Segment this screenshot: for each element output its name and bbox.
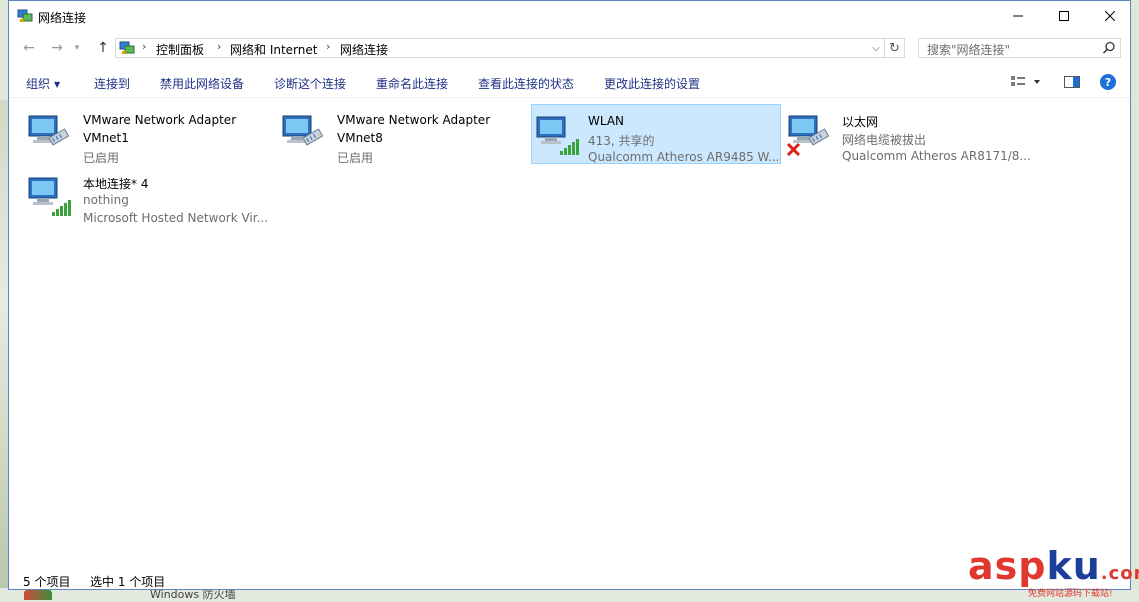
preview-pane-icon[interactable] [1064, 75, 1080, 89]
wireless-adapter-icon [28, 177, 71, 216]
address-dropdown-button[interactable]: ⌵ [868, 40, 884, 56]
connection-name: 以太网 [842, 115, 879, 129]
organize-label: 组织 [26, 77, 51, 91]
connect-to-button[interactable]: 连接到 [94, 75, 130, 92]
connection-name: VMware Network Adapter [337, 113, 491, 127]
ethernet-adapter-icon [28, 115, 70, 146]
minimize-icon [1013, 15, 1023, 17]
connection-status: nothing [83, 193, 129, 207]
connection-device: Qualcomm Atheros AR9485 W... [588, 150, 778, 164]
search-box[interactable]: 搜索"网络连接" [918, 38, 1121, 58]
window-title: 网络连接 [38, 11, 87, 25]
forward-button[interactable]: → [47, 39, 67, 57]
arrow-right-icon: → [51, 40, 63, 56]
refresh-icon: ↻ [889, 40, 900, 56]
change-view-icon[interactable] [1010, 75, 1040, 89]
connection-item-wlan[interactable]: WLAN 413, 共享的 Qualcomm Atheros AR9485 W.… [531, 104, 781, 164]
watermark-logo: aspku.com 免费网站源码下载站! [968, 544, 1139, 599]
connection-name-line2: VMnet1 [83, 131, 129, 145]
connection-item-vmnet8[interactable]: VMware Network Adapter VMnet8 已启用 [267, 104, 517, 165]
close-icon [1105, 11, 1115, 21]
minimize-button[interactable] [995, 1, 1041, 31]
change-settings-button[interactable]: 更改此连接的设置 [604, 75, 700, 92]
item-count: 5 个项目 [23, 575, 71, 589]
up-button[interactable]: ↑ [93, 39, 113, 57]
breadcrumb-network-internet[interactable]: 网络和 Internet [230, 41, 317, 58]
breadcrumb-separator[interactable]: › [142, 40, 146, 53]
network-connections-icon [17, 9, 33, 22]
chevron-down-icon: ▾ [74, 43, 80, 53]
connections-list: VMware Network Adapter VMnet1 已启用 VMware… [9, 98, 1130, 563]
connection-item-local-4[interactable]: 本地连接* 4 nothing Microsoft Hosted Network… [13, 166, 268, 226]
breadcrumb-control-panel[interactable]: 控制面板 [156, 41, 204, 58]
desktop-firewall-icon [24, 590, 52, 600]
breadcrumb-separator[interactable]: › [217, 40, 221, 53]
rename-button[interactable]: 重命名此连接 [376, 75, 448, 92]
help-icon[interactable]: ? [1100, 74, 1116, 90]
search-placeholder: 搜索"网络连接" [927, 43, 1011, 57]
signal-bars-icon [560, 139, 579, 155]
watermark-ku: ku [1046, 544, 1101, 588]
connection-device: Microsoft Hosted Network Vir... [83, 211, 269, 225]
address-bar[interactable]: › 控制面板 › 网络和 Internet › 网络连接 ⌵ [115, 38, 885, 58]
connection-name-line2: VMnet8 [337, 131, 383, 145]
network-connections-window: 网络连接 ← → ▾ ↑ › 控制面板 › 网络和 Internet › 网络连 [8, 0, 1131, 590]
control-panel-icon [119, 41, 135, 54]
ethernet-adapter-icon [787, 115, 830, 156]
desktop-background [0, 100, 8, 600]
organize-button[interactable]: 组织 ▼ [26, 75, 60, 92]
disconnected-x-icon [787, 142, 801, 156]
watermark-asp: asp [968, 544, 1047, 588]
watermark-com: .com [1100, 563, 1139, 584]
signal-bars-icon [52, 200, 71, 216]
diagnose-button[interactable]: 诊断这个连接 [274, 75, 346, 92]
connection-device: Qualcomm Atheros AR8171/8... [842, 149, 1031, 163]
watermark-subtitle: 免费网站源码下载站! [1028, 589, 1113, 599]
navigation-bar: ← → ▾ ↑ › 控制面板 › 网络和 Internet › 网络连接 ⌵ ↻… [9, 33, 1130, 63]
connection-item-ethernet[interactable]: 以太网 网络电缆被拔出 Qualcomm Atheros AR8171/8... [784, 104, 1034, 164]
connection-status: 已启用 [337, 151, 374, 165]
chevron-down-icon: ⌵ [872, 42, 880, 54]
chevron-down-icon: ▼ [54, 80, 61, 89]
breadcrumb-separator[interactable]: › [326, 40, 330, 53]
back-button[interactable]: ← [19, 39, 39, 57]
close-button[interactable] [1087, 1, 1133, 31]
recent-locations-button[interactable]: ▾ [71, 39, 83, 57]
selected-count: 选中 1 个项目 [90, 575, 166, 589]
view-status-button[interactable]: 查看此连接的状态 [478, 75, 574, 92]
refresh-button[interactable]: ↻ [885, 38, 905, 58]
command-bar: 组织 ▼ 连接到 禁用此网络设备 诊断这个连接 重命名此连接 查看此连接的状态 更… [9, 67, 1130, 98]
ethernet-adapter-icon [282, 115, 324, 146]
connection-name: 本地连接* 4 [83, 177, 149, 191]
wireless-adapter-icon [536, 116, 579, 155]
status-bar: 5 个项目 选中 1 个项目 [9, 569, 1130, 591]
connection-name: WLAN [588, 114, 625, 128]
arrow-left-icon: ← [23, 40, 35, 56]
breadcrumb-network-connections[interactable]: 网络连接 [340, 41, 388, 58]
title-bar[interactable]: 网络连接 [9, 1, 1130, 31]
arrow-up-icon: ↑ [97, 40, 109, 56]
connection-status: 已启用 [83, 151, 120, 165]
disable-device-button[interactable]: 禁用此网络设备 [160, 75, 244, 92]
connection-status: 413, 共享的 [588, 134, 655, 148]
connection-status: 网络电缆被拔出 [842, 133, 927, 147]
connection-item-vmnet1[interactable]: VMware Network Adapter VMnet1 已启用 [13, 104, 263, 165]
connection-name: VMware Network Adapter [83, 113, 237, 127]
search-icon [1102, 41, 1115, 54]
maximize-icon [1059, 11, 1069, 21]
maximize-button[interactable] [1041, 1, 1087, 31]
